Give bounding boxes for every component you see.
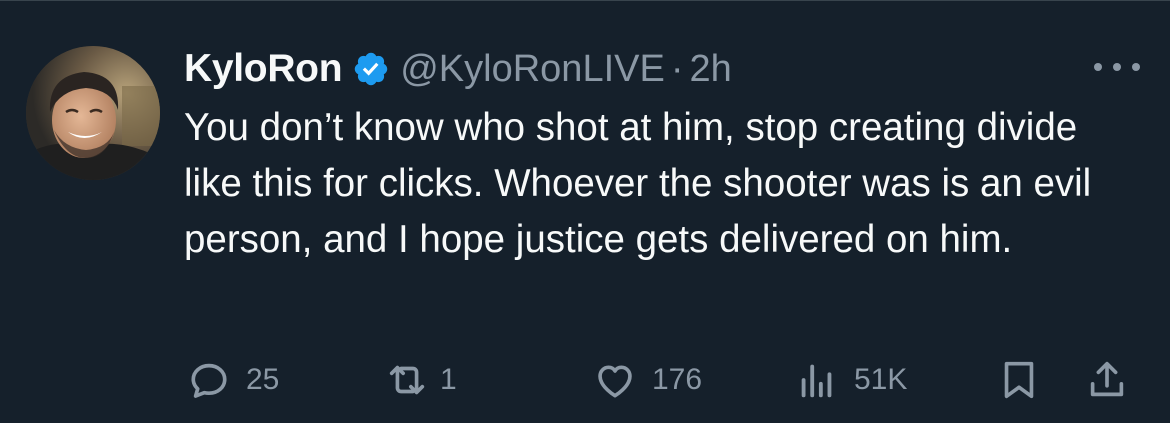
share-icon (1084, 357, 1130, 403)
action-bar: 25 1 176 51K (0, 352, 1170, 408)
tweet-text: You don’t know who shot at him, stop cre… (184, 106, 1092, 261)
reply-count: 25 (246, 363, 280, 396)
views-chart-icon (794, 357, 840, 403)
like-count: 176 (652, 363, 703, 396)
views-button[interactable]: 51K (794, 352, 907, 408)
tweet-header: KyloRon @KyloRonLIVE · 2h (184, 42, 732, 96)
like-button[interactable]: 176 (592, 352, 702, 408)
timestamp[interactable]: 2h (689, 48, 731, 91)
author-handle[interactable]: @KyloRonLIVE (400, 48, 665, 91)
repost-icon (382, 357, 432, 403)
display-name[interactable]: KyloRon (184, 47, 343, 91)
tweet[interactable]: KyloRon @KyloRonLIVE · 2h You don’t know… (0, 0, 1170, 423)
separator-dot: · (670, 47, 684, 90)
reply-button[interactable]: 25 (186, 352, 279, 408)
verified-badge-icon[interactable] (352, 50, 390, 88)
view-count: 51K (854, 363, 908, 396)
avatar[interactable] (26, 46, 160, 180)
more-options-icon[interactable] (1094, 52, 1140, 82)
bookmark-button[interactable] (996, 352, 1042, 408)
bookmark-icon (996, 357, 1042, 403)
heart-icon (592, 357, 638, 403)
avatar-photo (26, 46, 160, 180)
repost-button[interactable]: 1 (382, 352, 457, 408)
share-button[interactable] (1084, 352, 1130, 408)
reply-icon (186, 357, 232, 403)
repost-count: 1 (440, 363, 457, 396)
